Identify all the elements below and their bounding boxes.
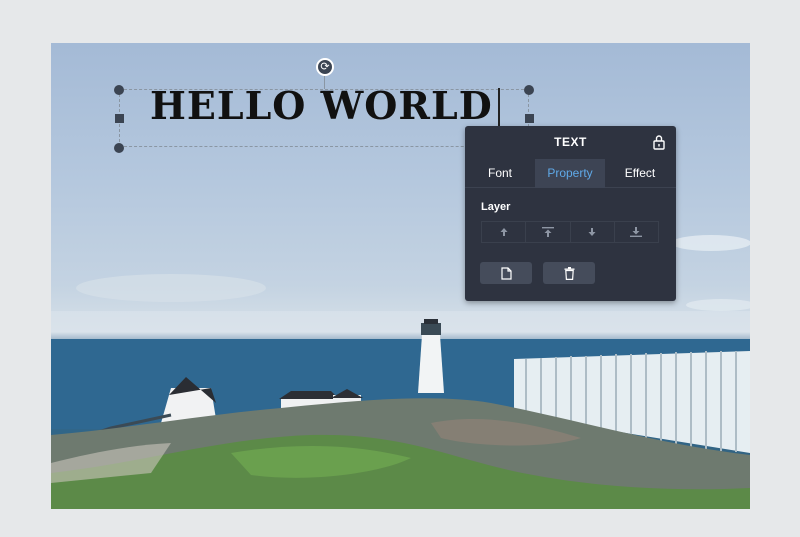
delete-button[interactable] [543, 262, 595, 284]
layer-label: Layer [481, 201, 511, 213]
tab-font[interactable]: Font [465, 159, 535, 188]
bring-to-front-button[interactable] [526, 222, 571, 242]
move-down-icon [588, 228, 596, 236]
move-down-button[interactable] [571, 222, 615, 242]
resize-handle-right[interactable] [525, 114, 534, 123]
move-up-icon [500, 228, 508, 236]
send-to-back-icon [630, 227, 643, 237]
panel-tabs: Font Property Effect [465, 159, 676, 188]
delete-icon [564, 266, 574, 280]
text-properties-panel: TEXT Font Property Effect Layer [465, 126, 676, 301]
resize-handle-bottom-left[interactable] [114, 143, 124, 153]
text-caret [498, 88, 500, 128]
rotate-handle-icon[interactable]: ⟳ [316, 58, 334, 76]
resize-handle-left[interactable] [115, 114, 124, 123]
lock-icon[interactable] [652, 134, 666, 150]
canvas-text[interactable]: HELLO WORLD [150, 83, 493, 128]
panel-header: TEXT [465, 126, 676, 158]
panel-title: TEXT [554, 135, 587, 149]
move-up-button[interactable] [482, 222, 527, 242]
rotate-connector [324, 76, 325, 89]
bring-to-front-icon [541, 227, 554, 237]
tab-effect[interactable]: Effect [605, 159, 675, 188]
resize-handle-top-right[interactable] [524, 85, 534, 95]
layer-buttons [481, 221, 659, 243]
duplicate-icon [500, 266, 512, 280]
resize-handle-top-left[interactable] [114, 85, 124, 95]
send-to-back-button[interactable] [615, 222, 658, 242]
duplicate-button[interactable] [480, 262, 532, 284]
tab-property[interactable]: Property [535, 159, 605, 188]
